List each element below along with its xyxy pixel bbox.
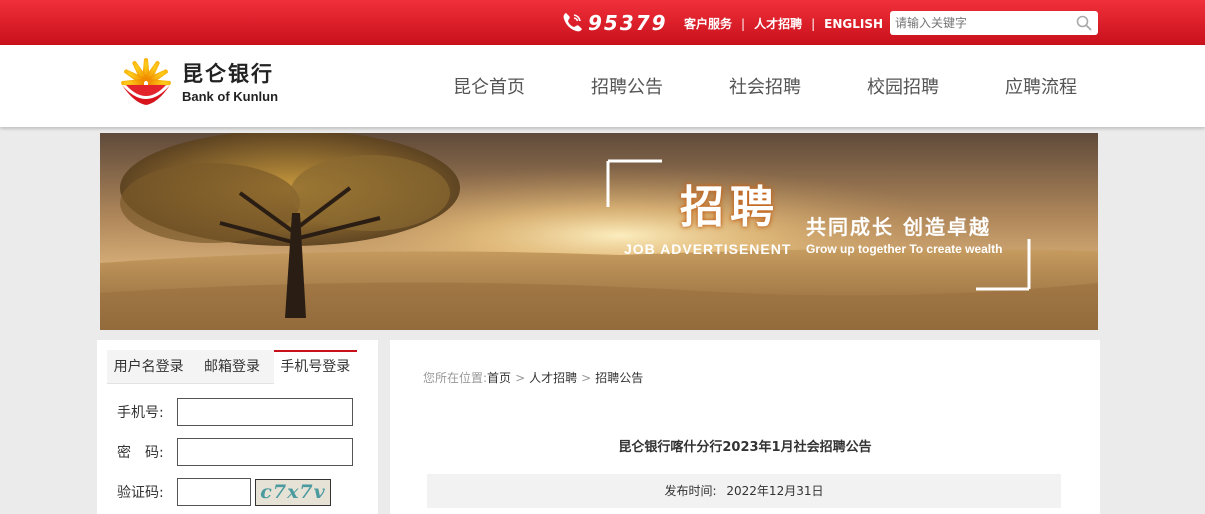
captcha-image[interactable]: c7x7v — [255, 478, 331, 506]
password-label: 密 码: — [117, 445, 164, 461]
tab-email-login[interactable]: 邮箱登录 — [190, 350, 273, 383]
breadcrumb-separator: > — [515, 371, 526, 385]
english-link[interactable]: ENGLISH — [824, 17, 883, 31]
nav-announcements[interactable]: 招聘公告 — [558, 45, 696, 127]
nav-social-recruitment[interactable]: 社会招聘 — [696, 45, 834, 127]
publish-info: 发布时间: 2022年12月31日 — [427, 474, 1061, 508]
captcha-row: 验证码: c7x7v — [117, 478, 331, 506]
separator: | — [811, 16, 816, 31]
publish-date: 2022年12月31日 — [726, 484, 824, 498]
breadcrumb-home[interactable]: 首页 — [487, 371, 511, 385]
tab-phone-login[interactable]: 手机号登录 — [273, 350, 357, 384]
search-input[interactable] — [890, 11, 1066, 35]
search-box — [890, 11, 1098, 35]
banner-subtitle-cn: 共同成长 创造卓越 — [806, 215, 991, 239]
password-row: 密 码: — [117, 438, 353, 466]
breadcrumb-separator: > — [581, 371, 592, 385]
header: 昆仑银行 Bank of Kunlun 昆仑首页 招聘公告 社会招聘 校园招聘 … — [0, 45, 1205, 127]
banner-subtitle-en-right: Grow up together To create wealth — [806, 242, 1003, 256]
publish-label: 发布时间: — [664, 484, 717, 498]
customer-service-link[interactable]: 客户服务 — [684, 15, 732, 32]
nav-campus-recruitment[interactable]: 校园招聘 — [834, 45, 972, 127]
phone-row: 手机号: — [117, 398, 353, 426]
nav-home[interactable]: 昆仑首页 — [420, 45, 558, 127]
hotline: 95379 — [560, 9, 668, 37]
recruitment-link[interactable]: 人才招聘 — [754, 15, 802, 32]
phone-input[interactable] — [177, 398, 353, 426]
article-title: 昆仑银行喀什分行2023年1月社会招聘公告 — [618, 440, 872, 455]
login-tabs: 用户名登录 邮箱登录 手机号登录 — [107, 350, 357, 384]
phone-icon — [563, 13, 582, 32]
top-bar: 95379 客户服务 | 人才招聘 | ENGLISH — [0, 0, 1205, 45]
nav-application-process[interactable]: 应聘流程 — [972, 45, 1110, 127]
kunlun-logo-icon — [121, 58, 171, 105]
search-icon[interactable] — [1076, 15, 1092, 31]
captcha-input[interactable] — [177, 478, 251, 506]
breadcrumb-announcements[interactable]: 招聘公告 — [595, 371, 643, 385]
hotline-number: 95379 — [588, 11, 668, 35]
breadcrumb: 您所在位置:首页 > 人才招聘 > 招聘公告 — [423, 369, 643, 386]
password-input[interactable] — [177, 438, 353, 466]
breadcrumb-prefix: 您所在位置: — [423, 371, 488, 385]
captcha-label: 验证码: — [117, 485, 164, 501]
tab-username-login[interactable]: 用户名登录 — [107, 350, 190, 383]
content-panel: 您所在位置:首页 > 人才招聘 > 招聘公告 昆仑银行喀什分行2023年1月社会招聘公告… — [390, 340, 1100, 514]
separator: | — [741, 16, 746, 31]
banner-title: 招聘 — [680, 182, 780, 233]
top-links: 客户服务 | 人才招聘 | ENGLISH — [684, 15, 883, 32]
recruitment-banner: 招聘 共同成长 创造卓越 JOB ADVERTISENENT Grow up t… — [100, 133, 1098, 330]
logo-text-en: Bank of Kunlun — [182, 89, 279, 104]
bank-logo[interactable]: 昆仑银行 Bank of Kunlun — [118, 55, 278, 111]
main-nav: 昆仑首页 招聘公告 社会招聘 校园招聘 应聘流程 — [420, 45, 1110, 127]
logo-text-cn: 昆仑银行 — [182, 62, 274, 86]
login-panel: 用户名登录 邮箱登录 手机号登录 手机号: 密 码: 验证码: c7x7v — [97, 340, 378, 514]
phone-label: 手机号: — [117, 405, 164, 421]
banner-subtitle-en-left: JOB ADVERTISENENT — [624, 241, 792, 257]
breadcrumb-recruitment[interactable]: 人才招聘 — [529, 371, 577, 385]
